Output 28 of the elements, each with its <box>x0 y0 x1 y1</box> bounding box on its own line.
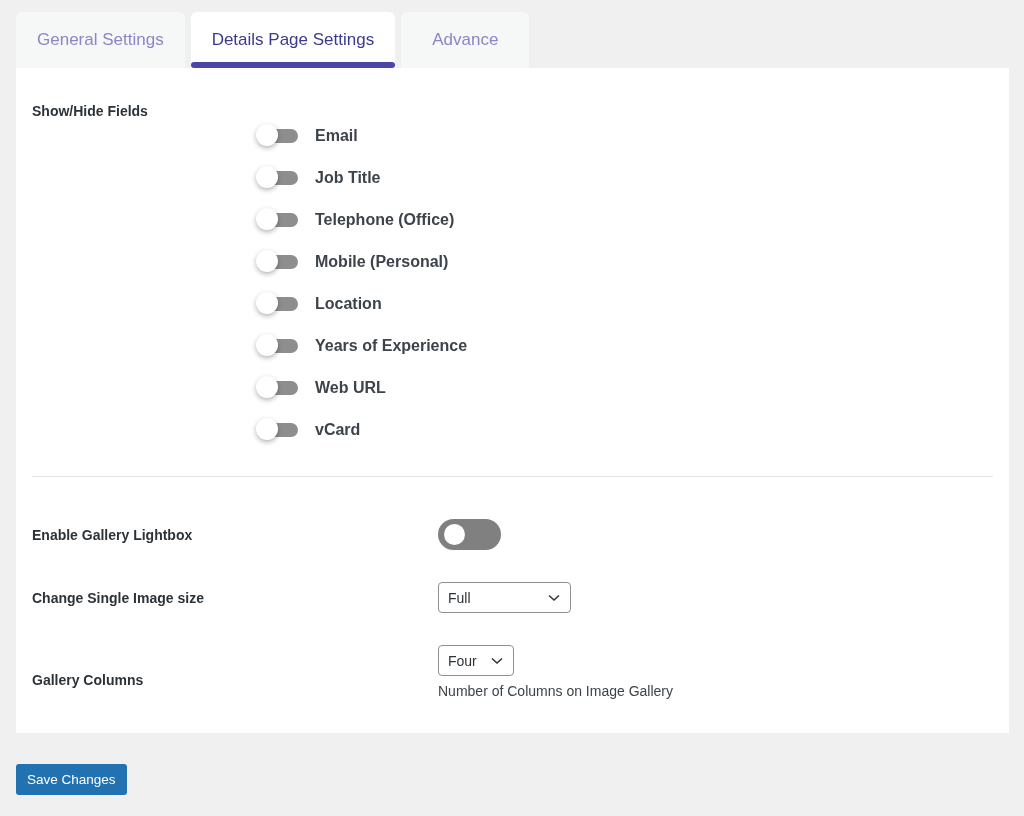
setting-label: Gallery Columns <box>32 672 145 688</box>
setting-label: Enable Gallery Lightbox <box>32 526 194 543</box>
toggle-switch[interactable] <box>256 249 298 274</box>
field-label: Telephone (Office) <box>315 210 455 229</box>
field-label: Location <box>315 294 382 313</box>
toggle-switch[interactable] <box>256 207 298 232</box>
chevron-down-icon <box>491 656 503 665</box>
toggle-switch[interactable] <box>256 333 298 358</box>
field-label: Email <box>315 126 358 145</box>
toggle-switch[interactable] <box>256 165 298 190</box>
toggle-switch[interactable] <box>438 519 501 550</box>
toggle-switch[interactable] <box>256 291 298 316</box>
section-label: Show/Hide Fields <box>32 102 149 119</box>
settings-tab[interactable]: Details Page Settings <box>190 12 396 68</box>
field-label: Job Title <box>315 168 381 187</box>
field-label: vCard <box>315 420 361 439</box>
dropdown-select[interactable]: Four <box>438 645 514 676</box>
setting-label: Change Single Image size <box>32 589 205 606</box>
chevron-down-icon <box>548 593 560 602</box>
field-label: Mobile (Personal) <box>315 252 449 271</box>
field-label: Web URL <box>315 378 386 397</box>
toggle-switch[interactable] <box>256 123 298 148</box>
toggle-switch[interactable] <box>256 375 298 400</box>
save-button[interactable]: Save Changes <box>16 764 127 795</box>
toggle-switch[interactable] <box>256 417 298 442</box>
dropdown-select[interactable]: Full <box>438 582 571 613</box>
field-description: Number of Columns on Image Gallery <box>438 683 674 699</box>
field-label: Years of Experience <box>315 336 468 355</box>
